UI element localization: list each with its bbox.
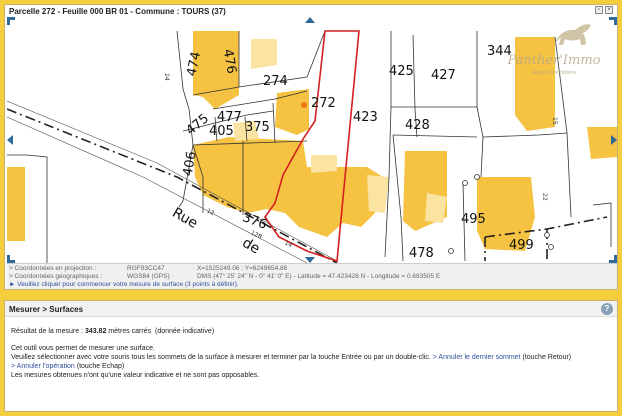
building-annex (251, 39, 277, 69)
cadastre-panel: Parcelle 272 - Feuille 000 BR 01 - Commu… (4, 4, 618, 290)
measure-text-4: Les mesures obtenues n'ont qu'une valeur… (11, 372, 260, 379)
parcel-line (272, 102, 276, 144)
agency-tagline: Agence Immobilière (531, 70, 577, 76)
geographic-row: > Coordonnées géographiques : WGS84 (GPS)… (9, 273, 440, 281)
result-label: Résultat de la mesure : (11, 328, 83, 335)
pan-right-icon[interactable] (611, 135, 617, 145)
survey-point (474, 174, 480, 180)
parcel-line (26, 154, 48, 263)
measure-text-2: Veuillez sélectionner avec votre souris … (11, 353, 611, 362)
parcel-number: 499 (509, 238, 534, 253)
projection-value: X=1525249.06 ; Y=6249654.86 (197, 265, 288, 272)
parcel-number: 425 (389, 64, 414, 79)
survey-point (448, 248, 454, 254)
measure-panel: Mesurer > Surfaces ? Résultat de la mesu… (4, 300, 618, 412)
parcel-number: 475 (183, 111, 212, 138)
geographic-label: > Coordonnées géographiques : (9, 273, 103, 280)
building (193, 137, 383, 237)
projection-system: RGF93CC47 (127, 265, 165, 272)
projection-label: > Coordonnées en projection : (9, 265, 97, 272)
parcel-line (476, 106, 484, 178)
result-unit: mètres carrés (108, 328, 152, 335)
restore-icon[interactable]: ▫ (595, 6, 603, 14)
pan-left-icon[interactable] (7, 135, 13, 145)
geographic-system: WGS84 (GPS) (127, 273, 170, 280)
undo-last-key: (touche Retour) (522, 354, 572, 361)
panther-logo-icon (555, 24, 591, 45)
parcel-number: 477 (217, 110, 242, 125)
result-value: 343.82 (84, 328, 107, 335)
cadastre-title: Parcelle 272 - Feuille 000 BR 01 - Commu… (9, 7, 226, 16)
parcel-number: 274 (263, 74, 288, 89)
measure-body: Résultat de la mesure : 343.82 mètres ca… (11, 327, 611, 380)
parcel-number: 272 (311, 96, 336, 111)
parcel-line (592, 202, 612, 247)
small-number: 15 (551, 117, 558, 125)
street-label: Rue (169, 205, 200, 232)
parcel-line (392, 134, 404, 262)
close-icon[interactable]: × (605, 6, 613, 14)
small-number: 14 (283, 239, 293, 249)
result-note: (donnée indicative) (155, 328, 215, 335)
pan-up-icon[interactable] (305, 17, 315, 23)
building (7, 167, 25, 241)
window-controls: ▫ × (595, 6, 613, 14)
corner-marker-icon (609, 255, 617, 263)
survey-point (544, 232, 550, 238)
measure-result: Résultat de la mesure : 343.82 mètres ca… (11, 327, 611, 336)
parcel-number: 423 (353, 110, 378, 125)
survey-point (548, 244, 554, 250)
parcel-number: 375 (245, 120, 270, 135)
small-number: 24 (163, 73, 170, 81)
coordinates-bar: > Coordonnées en projection : RGF93CC47 X=… (7, 263, 617, 289)
cancel-operation-link[interactable]: > Annuler l'opération (11, 363, 75, 370)
parcel-number: 478 (409, 246, 434, 261)
building-annex (311, 155, 337, 173)
window-frame: Parcelle 272 - Feuille 000 BR 01 - Commu… (4, 4, 618, 412)
parcel-line (482, 132, 568, 138)
parcel-number: 405 (209, 124, 234, 139)
building-annex (367, 175, 389, 213)
measure-text-3: > Annuler l'opération (touche Echap) (11, 362, 611, 371)
parcel-line (392, 134, 478, 138)
geographic-value: DMS (47° 25' 24" N - 0° 41' 0" E) - Lati… (197, 273, 441, 280)
measure-text-1: Cet outil vous permet de mesurer une sur… (11, 345, 155, 352)
measure-title: Mesurer > Surfaces (9, 305, 84, 314)
projection-row: > Coordonnées en projection : RGF93CC47 X=… (9, 265, 287, 273)
corner-marker-icon (7, 17, 15, 25)
parcel-number: 427 (431, 68, 456, 83)
cancel-key: (touche Echap) (76, 363, 125, 370)
corner-marker-icon (7, 255, 15, 263)
building-annex (425, 193, 447, 223)
small-number: 22 (541, 193, 548, 201)
parcel-marker (301, 102, 307, 108)
measure-instruction: ► Veuillez cliquer pour commencer votre … (9, 281, 239, 288)
parcel-number: 495 (461, 212, 486, 227)
parcel-number: 428 (405, 118, 430, 133)
building (275, 89, 309, 135)
agency-name: Panther'Immo (507, 53, 601, 68)
cadastre-map[interactable]: 474 476 274 272 425 427 344 475 477 405 … (7, 17, 617, 263)
measure-header: Mesurer > Surfaces ? (5, 301, 617, 317)
agency-watermark: Panther'Immo Agence Immobilière (495, 23, 613, 76)
help-icon[interactable]: ? (601, 303, 613, 315)
undo-last-vertex-link[interactable]: > Annuler le dernier sommet (433, 354, 521, 361)
measure-text-2a: Veuillez sélectionner avec votre souris … (11, 354, 431, 361)
survey-point (462, 180, 468, 186)
small-number: 12 (205, 207, 215, 217)
